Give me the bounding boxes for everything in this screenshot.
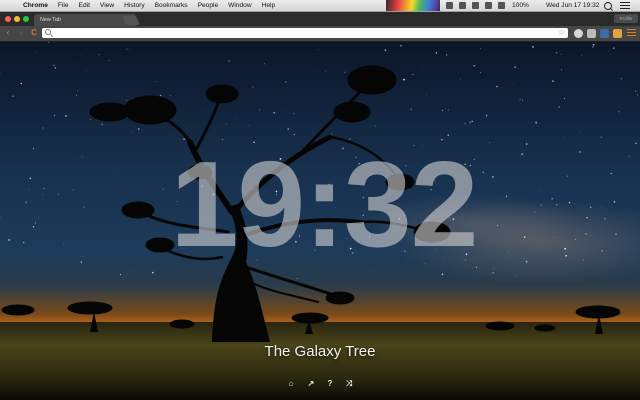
tab-new-tab[interactable]: New Tab × <box>34 14 136 26</box>
omnibox[interactable]: ☆ <box>42 28 568 38</box>
chrome-toolbar: ‹ › C ☆ <box>0 26 640 42</box>
menubar-status-icons <box>446 0 511 11</box>
menubar-rainbow-decoration <box>386 0 440 11</box>
bookmark-star-icon[interactable]: ☆ <box>558 28 565 38</box>
shuffle-icon[interactable]: ⤨ <box>344 379 354 389</box>
search-icon <box>45 29 51 35</box>
extension-icon[interactable] <box>574 29 583 38</box>
menu-chrome[interactable]: Chrome <box>23 0 48 11</box>
menu-people[interactable]: People <box>198 0 219 11</box>
menu-history[interactable]: History <box>124 0 145 11</box>
window-maximize-button[interactable] <box>23 16 29 22</box>
menu-file[interactable]: File <box>58 0 69 11</box>
notification-center-icon[interactable] <box>620 2 630 9</box>
extension-icon[interactable] <box>600 29 609 38</box>
menubar-clock[interactable]: Wed Jun 17 19:32 <box>546 0 599 11</box>
battery-status[interactable]: 100% <box>512 0 529 11</box>
extension-icon[interactable] <box>587 29 596 38</box>
chrome-menu-icon[interactable] <box>627 29 636 38</box>
new-tab-button[interactable] <box>121 16 141 25</box>
status-app-icon[interactable] <box>472 2 479 9</box>
menu-window[interactable]: Window <box>228 0 251 11</box>
wifi-icon[interactable] <box>485 2 492 9</box>
home-icon[interactable]: ⌂ <box>286 379 296 389</box>
menu-view[interactable]: View <box>100 0 114 11</box>
chrome-tab-strip: New Tab × Profile <box>0 12 640 26</box>
address-input[interactable] <box>54 28 544 38</box>
status-app-icon[interactable] <box>459 2 466 9</box>
back-button[interactable]: ‹ <box>3 28 13 38</box>
new-tab-clock: 19:32 <box>170 136 478 272</box>
reload-button[interactable]: C <box>29 28 39 38</box>
forward-button[interactable]: › <box>16 28 26 38</box>
spotlight-search-icon[interactable] <box>604 2 612 10</box>
window-close-button[interactable] <box>5 16 11 22</box>
screen: Chrome File Edit View History Bookmarks … <box>0 0 640 400</box>
menu-edit[interactable]: Edit <box>79 0 90 11</box>
window-minimize-button[interactable] <box>14 16 20 22</box>
menu-bookmarks[interactable]: Bookmarks <box>155 0 188 11</box>
help-icon[interactable]: ? <box>325 379 335 389</box>
profile-button[interactable]: Profile <box>614 14 638 23</box>
volume-icon[interactable] <box>498 2 505 9</box>
tab-title: New Tab <box>40 17 61 23</box>
extension-icon[interactable] <box>613 29 622 38</box>
mac-menu-bar: Chrome File Edit View History Bookmarks … <box>0 0 640 12</box>
open-external-icon[interactable]: ↗ <box>306 379 316 389</box>
new-tab-actions: ⌂ ↗ ? ⤨ <box>284 379 356 389</box>
photo-title[interactable]: The Galaxy Tree <box>220 342 420 362</box>
menu-help[interactable]: Help <box>262 0 276 11</box>
status-app-icon[interactable] <box>446 2 453 9</box>
